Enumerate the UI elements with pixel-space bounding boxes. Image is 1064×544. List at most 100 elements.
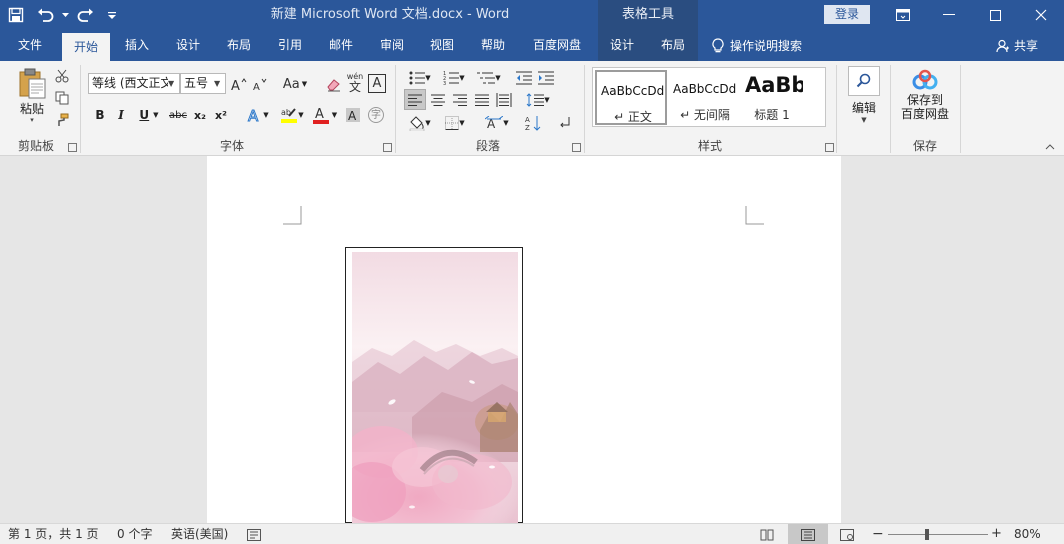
zoom-slider-thumb[interactable] (924, 529, 929, 540)
document-page[interactable] (207, 156, 841, 524)
tab-home[interactable]: 开始 (62, 33, 110, 61)
undo-dropdown-icon[interactable] (60, 0, 70, 30)
superscript-button[interactable]: x² (211, 105, 231, 125)
customize-qat-icon[interactable] (100, 0, 124, 30)
print-layout-icon[interactable] (788, 524, 828, 544)
increase-indent-button[interactable] (536, 68, 556, 88)
maximize-icon[interactable] (972, 0, 1018, 30)
underline-button[interactable]: U ▼ (134, 105, 164, 125)
tab-table-design[interactable]: 设计 (610, 30, 634, 61)
justify-button[interactable] (471, 89, 493, 110)
show-marks-button[interactable] (555, 113, 575, 133)
document-workspace[interactable] (0, 156, 1064, 524)
enclose-characters-button[interactable]: 字 (366, 105, 386, 125)
tab-layout[interactable]: 布局 (227, 30, 251, 61)
font-launcher-icon[interactable] (383, 143, 392, 152)
cut-button[interactable] (53, 67, 71, 85)
login-button[interactable]: 登录 (824, 5, 870, 24)
align-right-button[interactable] (449, 89, 471, 110)
font-size-combo[interactable]: 五号 ▼ (180, 73, 226, 94)
share-button[interactable]: 共享 (996, 30, 1038, 61)
title-bar: 新建 Microsoft Word 文档.docx - Word 表格工具 登录 (0, 0, 1064, 30)
paragraph-launcher-icon[interactable] (572, 143, 581, 152)
phonetic-guide-button[interactable]: wén 文 (346, 70, 364, 96)
clear-formatting-button[interactable] (324, 74, 344, 94)
landscape-painting (352, 252, 518, 524)
language-status[interactable]: 英语(美国) (171, 524, 228, 544)
styles-launcher-icon[interactable] (825, 143, 834, 152)
web-layout-icon[interactable] (836, 524, 858, 544)
bold-button[interactable]: B (91, 105, 109, 125)
copy-button[interactable] (53, 89, 71, 107)
tab-review[interactable]: 审阅 (380, 30, 404, 61)
character-border-button[interactable]: A (368, 74, 386, 93)
text-highlight-button[interactable]: ab ▼ (276, 105, 308, 125)
collapse-ribbon-icon[interactable] (1042, 141, 1058, 153)
clipboard-launcher-icon[interactable] (68, 143, 77, 152)
italic-button[interactable]: I (112, 105, 130, 125)
chinese-layout-button[interactable]: A ▼ (480, 113, 514, 133)
style-heading-1[interactable]: AaBb 标题 1 (741, 70, 803, 125)
inserted-picture[interactable] (352, 252, 518, 524)
paste-button[interactable]: 粘贴 ▾ (12, 65, 52, 125)
multilevel-list-button[interactable]: ▼ (472, 68, 506, 88)
bullets-button[interactable]: ▼ (405, 68, 435, 88)
shading-button[interactable]: ▼ (404, 113, 436, 133)
tab-references[interactable]: 引用 (278, 30, 302, 61)
word-count-status[interactable]: 0 个字 (117, 524, 152, 544)
read-mode-icon[interactable] (756, 524, 778, 544)
grow-font-button[interactable]: A (230, 74, 248, 94)
font-name-combo[interactable]: 等线 (西文正文) ▼ (88, 73, 180, 94)
table-cell-with-image[interactable] (345, 247, 523, 524)
tab-design[interactable]: 设计 (176, 30, 200, 61)
share-label: 共享 (1014, 39, 1039, 53)
tab-mailings[interactable]: 邮件 (329, 30, 353, 61)
ribbon-display-options-icon[interactable] (880, 0, 926, 30)
zoom-in-icon[interactable]: + (991, 524, 1002, 544)
tell-me-search[interactable]: 操作说明搜索 (712, 30, 802, 61)
save-to-baidu-button[interactable]: 保存到 百度网盘 (896, 69, 954, 133)
close-icon[interactable] (1018, 0, 1064, 30)
change-case-button[interactable]: Aa ▼ (280, 74, 310, 94)
borders-icon (445, 116, 460, 130)
align-left-button[interactable] (404, 89, 426, 110)
save-icon[interactable] (0, 0, 32, 30)
text-effects-icon: A (248, 107, 260, 123)
font-color-button[interactable]: A ▼ (310, 105, 340, 125)
minimize-icon[interactable] (926, 0, 972, 30)
zoom-level-status[interactable]: 80% (1014, 524, 1041, 544)
text-effects-button[interactable]: A ▼ (244, 105, 272, 125)
copy-icon (55, 91, 69, 105)
editing-button[interactable]: 编辑 ▼ (846, 66, 882, 132)
style-normal[interactable]: AaBbCcDd ↵ 正文 (595, 70, 667, 125)
tab-table-layout[interactable]: 布局 (661, 30, 685, 61)
zoom-out-icon[interactable]: − (872, 524, 884, 544)
crop-mark-top-left (283, 206, 302, 225)
subscript-button[interactable]: x₂ (190, 105, 210, 125)
page-count-status[interactable]: 第 1 页，共 1 页 (8, 524, 99, 544)
numbering-button[interactable]: 123 ▼ (438, 68, 470, 88)
decrease-indent-button[interactable] (514, 68, 534, 88)
line-spacing-button[interactable]: ▼ (522, 89, 554, 110)
borders-button[interactable]: ▼ (439, 113, 471, 133)
character-shading-button[interactable]: A (344, 105, 362, 125)
status-bar: 第 1 页，共 1 页 0 个字 英语(美国) − + 80% (0, 523, 1064, 544)
styles-group-label: 样式 (697, 139, 722, 153)
tab-view[interactable]: 视图 (430, 30, 454, 61)
tab-insert[interactable]: 插入 (125, 30, 149, 61)
accessibility-icon[interactable] (244, 524, 264, 544)
style-no-spacing[interactable]: AaBbCcDd ↵ 无间隔 (669, 70, 741, 125)
format-painter-button[interactable] (53, 111, 71, 129)
shrink-font-button[interactable]: A (251, 74, 269, 94)
character-shading-icon: A (346, 108, 360, 123)
tab-help[interactable]: 帮助 (481, 30, 505, 61)
align-center-button[interactable] (427, 89, 449, 110)
strikethrough-button[interactable]: abc (167, 105, 189, 125)
tab-file[interactable]: 文件 (18, 30, 42, 61)
tab-baidu-netdisk[interactable]: 百度网盘 (533, 30, 581, 61)
redo-icon[interactable] (70, 0, 100, 30)
distributed-button[interactable] (493, 89, 515, 110)
sort-button[interactable]: AZ (522, 113, 544, 133)
zoom-slider-track[interactable] (888, 534, 988, 535)
undo-icon[interactable] (32, 0, 60, 30)
